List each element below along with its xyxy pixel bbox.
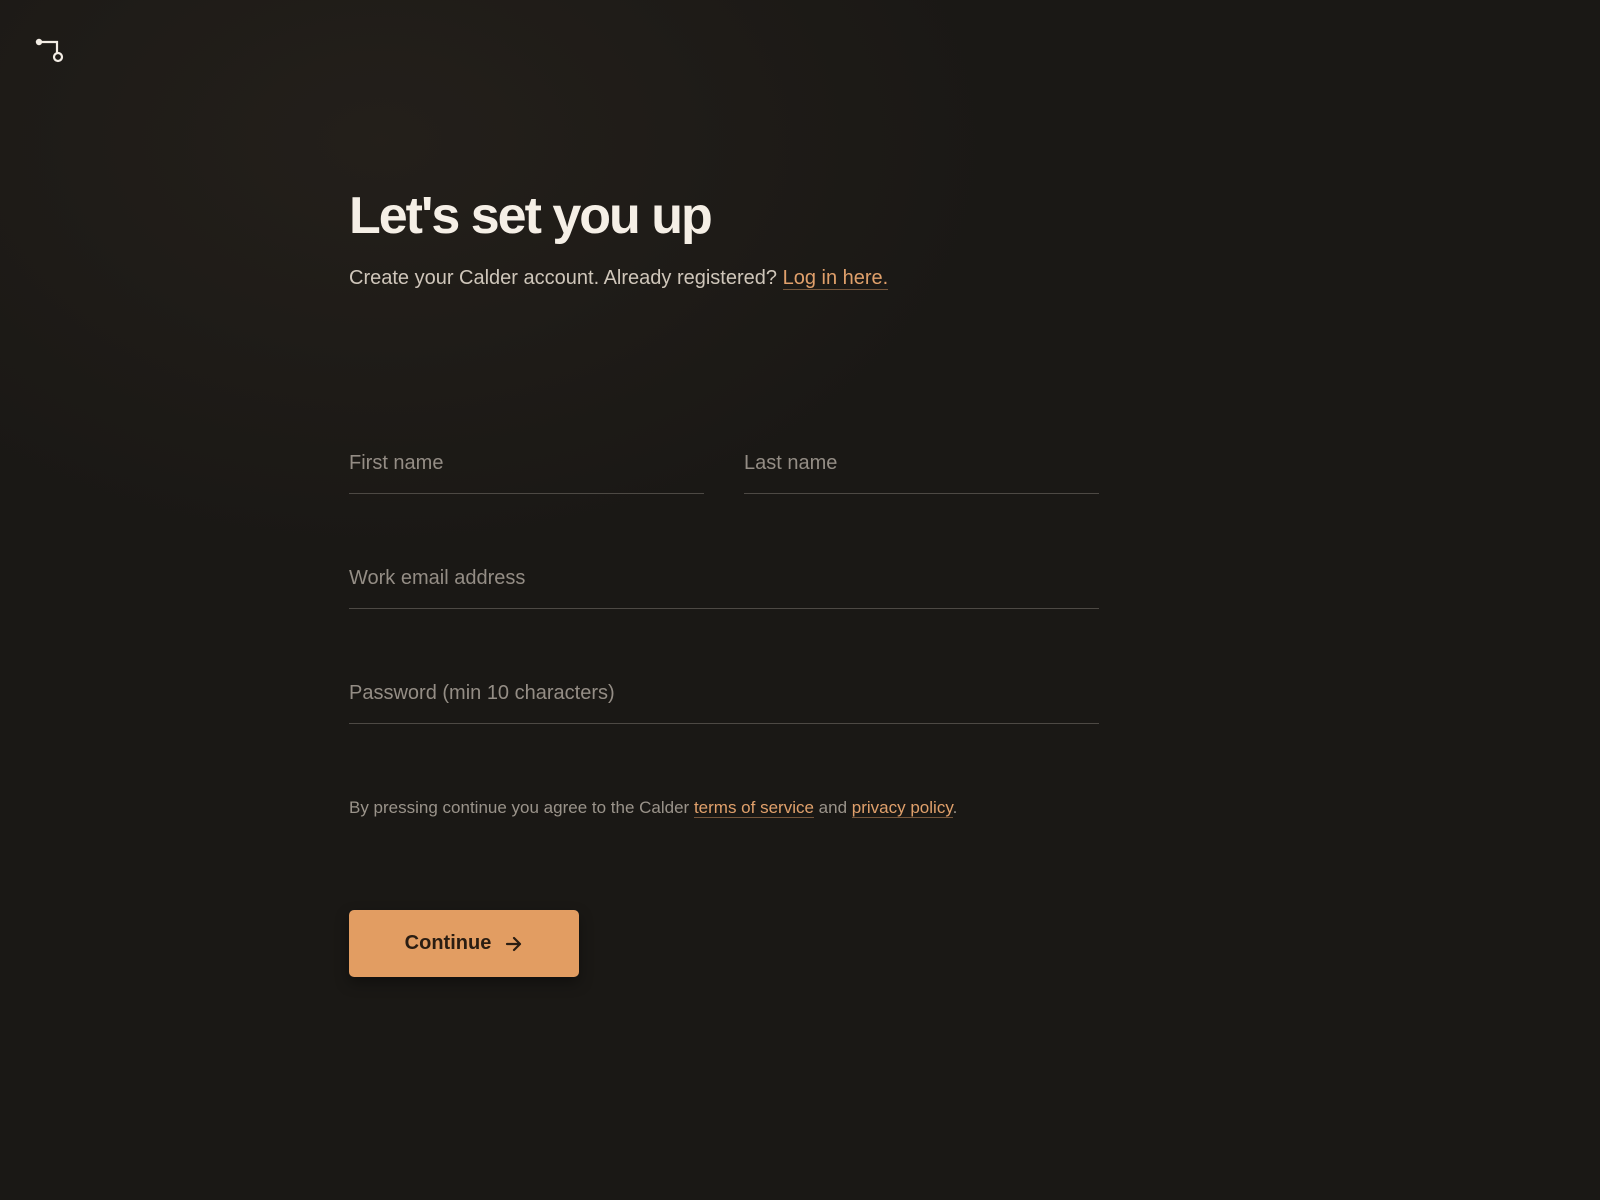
signup-panel: Let's set you up Create your Calder acco… bbox=[349, 186, 1099, 977]
continue-button[interactable]: Continue bbox=[349, 910, 579, 977]
terms-prefix: By pressing continue you agree to the Ca… bbox=[349, 798, 690, 817]
last-name-wrapper bbox=[744, 450, 1099, 494]
logo[interactable] bbox=[33, 36, 69, 66]
login-link[interactable]: Log in here. bbox=[782, 267, 889, 290]
password-field[interactable] bbox=[349, 680, 1099, 724]
page-title: Let's set you up bbox=[349, 187, 713, 245]
terms-middle: and bbox=[818, 798, 848, 817]
terms-notice: By pressing continue you agree to the Ca… bbox=[349, 796, 1099, 820]
privacy-policy-link[interactable]: privacy policy bbox=[851, 798, 953, 818]
email-field[interactable] bbox=[349, 565, 1099, 609]
first-name-field[interactable] bbox=[349, 450, 704, 494]
password-wrapper bbox=[349, 680, 1099, 724]
terms-suffix: . bbox=[952, 798, 958, 817]
terms-of-service-link[interactable]: terms of service bbox=[693, 798, 814, 818]
email-wrapper bbox=[349, 565, 1099, 609]
continue-label: Continue bbox=[404, 932, 492, 954]
name-row bbox=[349, 450, 1099, 494]
branch-route-icon bbox=[35, 38, 64, 63]
page-subtitle: Create your Calder account. Already regi… bbox=[349, 264, 1099, 292]
last-name-field[interactable] bbox=[744, 450, 1099, 494]
arrow-right-icon bbox=[506, 936, 522, 951]
subtitle-text: Create your Calder account. Already regi… bbox=[349, 267, 778, 289]
first-name-wrapper bbox=[349, 450, 704, 494]
